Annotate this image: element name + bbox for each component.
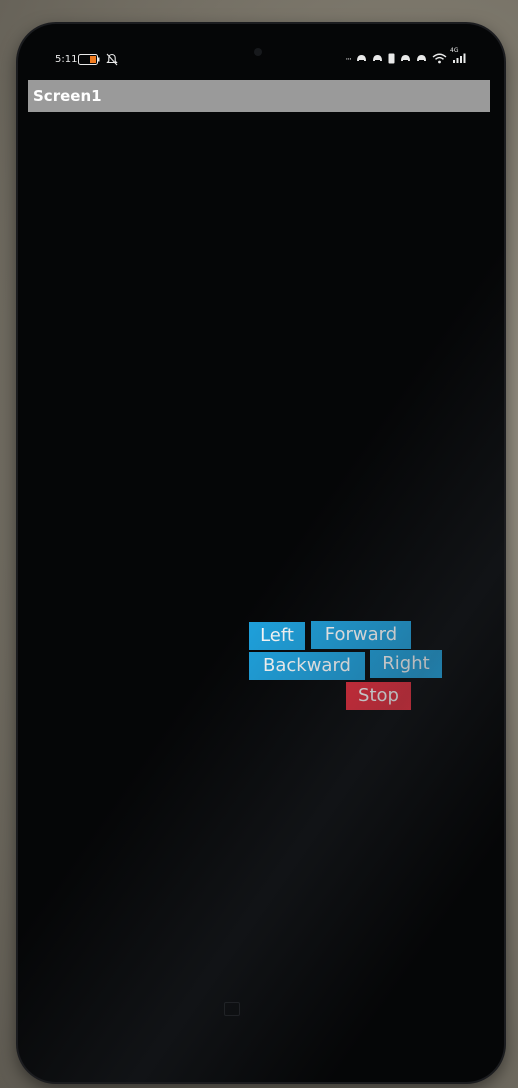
right-button[interactable]: Right bbox=[370, 650, 442, 678]
app-title-bar: Screen1 bbox=[28, 80, 490, 112]
notifications-muted-icon bbox=[106, 53, 118, 69]
status-right-icons: ··· 4G bbox=[345, 47, 466, 67]
left-button[interactable]: Left bbox=[249, 622, 305, 650]
network-type-label: 4G bbox=[450, 47, 459, 54]
signal-icon: 4G bbox=[450, 47, 466, 67]
backward-button[interactable]: Backward bbox=[249, 652, 365, 680]
status-time: 5:11 bbox=[55, 54, 78, 65]
recent-apps-icon bbox=[224, 1002, 240, 1016]
stop-button[interactable]: Stop bbox=[346, 682, 411, 710]
app-title: Screen1 bbox=[33, 87, 102, 105]
phone-device: 5:11 ··· 4G Screen1 Left Forward Backwar… bbox=[18, 24, 504, 1082]
more-icon: ··· bbox=[345, 55, 352, 65]
app-notification-icon bbox=[400, 54, 411, 66]
app-notification-icon bbox=[416, 54, 427, 66]
app-notification-icon bbox=[372, 54, 383, 66]
status-left-icons bbox=[78, 53, 118, 69]
battery-saver-icon bbox=[78, 54, 100, 68]
app-notification-icon bbox=[356, 54, 367, 66]
wifi-icon bbox=[432, 53, 447, 67]
status-bar: 5:11 ··· 4G bbox=[18, 47, 504, 72]
forward-button[interactable]: Forward bbox=[311, 621, 411, 649]
sim-icon bbox=[388, 53, 395, 67]
screen-glare bbox=[18, 24, 504, 1082]
